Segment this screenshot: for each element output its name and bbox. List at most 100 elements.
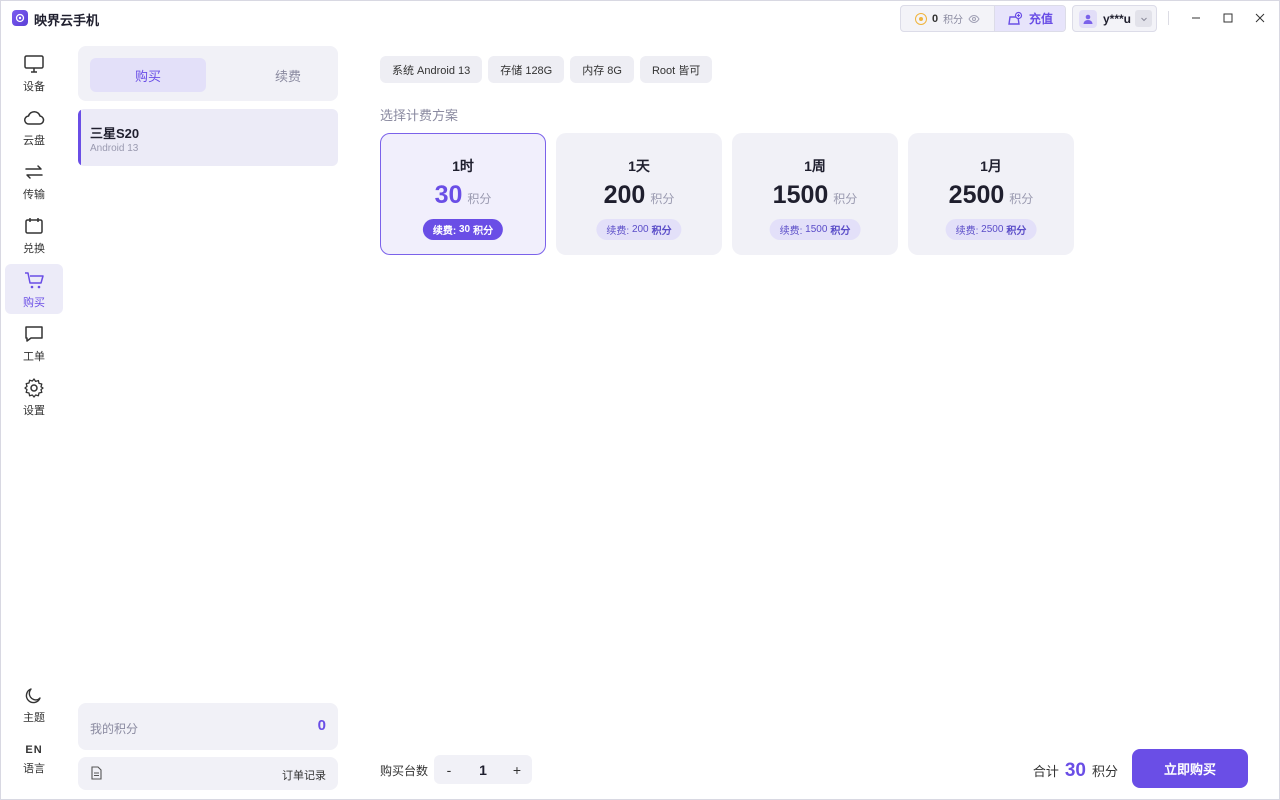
plan-duration: 1周 xyxy=(804,158,826,174)
nav-item-devices[interactable]: 设备 xyxy=(5,48,63,98)
user-menu[interactable]: y***u xyxy=(1072,5,1157,32)
gear-icon xyxy=(24,377,44,398)
titlebar-divider xyxy=(1168,11,1169,25)
tab-buy[interactable]: 购买 xyxy=(90,58,206,92)
section-title: 选择计费方案 xyxy=(380,108,459,123)
plan-unit: 积分 xyxy=(1009,192,1034,206)
tab-renew[interactable]: 续费 xyxy=(230,58,346,92)
nav-item-cloud[interactable]: 云盘 xyxy=(5,102,63,152)
cloud-icon xyxy=(24,110,45,125)
plan-unit: 积分 xyxy=(467,192,492,206)
renew-prefix: 续费: xyxy=(432,226,457,237)
renew-prefix: 续费: xyxy=(779,226,803,237)
app-logo-icon xyxy=(12,10,28,26)
my-points-value: 0 xyxy=(317,717,326,734)
nav-item-tickets[interactable]: 工单 xyxy=(5,318,63,368)
plan-price-row: 200 积分 xyxy=(557,181,721,210)
nav-item-transfer[interactable]: 传输 xyxy=(5,156,63,206)
plan-unit: 积分 xyxy=(833,192,858,206)
nav-label: 设备 xyxy=(23,80,45,93)
quantity-increase-button[interactable]: + xyxy=(502,755,532,784)
plan-price: 200 xyxy=(603,181,646,209)
plan-card-1w[interactable]: 1周 1500 积分 续费: 1500 积分 xyxy=(732,133,898,255)
plan-card-1m[interactable]: 1月 2500 积分 续费: 2500 积分 xyxy=(908,133,1074,255)
title-bar: 映界云手机 0 积分 充值 y***u xyxy=(0,0,1280,36)
eye-icon[interactable] xyxy=(968,13,980,25)
nav-item-exchange[interactable]: 兑换 xyxy=(5,210,63,260)
quantity-value[interactable]: 1 xyxy=(464,762,502,778)
language-toggle[interactable]: EN 语言 xyxy=(5,744,63,784)
transfer-icon xyxy=(25,164,43,179)
plan-renew-badge: 续费: 30 积分 xyxy=(422,219,504,240)
renew-unit: 积分 xyxy=(830,226,851,237)
renew-unit: 积分 xyxy=(473,226,494,237)
user-avatar-icon xyxy=(1079,9,1097,28)
language-label: 语言 xyxy=(23,763,45,775)
plan-price-row: 2500 积分 xyxy=(909,181,1073,210)
quantity-label: 购买台数 xyxy=(380,764,429,778)
device-list-item[interactable]: 三星S20 Android 13 xyxy=(78,109,338,166)
cart-icon xyxy=(25,271,44,288)
coin-icon xyxy=(914,12,927,25)
recharge-button[interactable]: 充值 xyxy=(994,6,1065,31)
order-history-label: 订单记录 xyxy=(282,770,326,782)
nav-label: 购买 xyxy=(23,296,45,309)
my-points-card: 我的积分 0 xyxy=(78,703,338,750)
maximize-button[interactable] xyxy=(1219,9,1237,27)
my-points-label: 我的积分 xyxy=(90,722,139,736)
plan-list: 1时 30 积分 续费: 30 积分 1天 200 积分 续费: 200 积分 1周… xyxy=(380,133,1074,255)
plan-duration: 1时 xyxy=(452,158,474,174)
minimize-button[interactable] xyxy=(1187,9,1205,27)
ticket-icon xyxy=(25,217,43,234)
renew-prefix: 续费: xyxy=(606,226,630,237)
points-unit: 积分 xyxy=(943,15,964,26)
points-balance[interactable]: 0 积分 xyxy=(901,6,994,31)
order-history-button[interactable]: 订单记录 xyxy=(78,757,338,790)
close-button[interactable] xyxy=(1251,9,1269,27)
moon-icon xyxy=(25,688,41,704)
plan-duration: 1月 xyxy=(980,158,1002,174)
points-widget: 0 积分 充值 xyxy=(900,5,1066,32)
device-os: Android 13 xyxy=(90,143,139,154)
buy-now-button[interactable]: 立即购买 xyxy=(1132,749,1248,788)
spec-tag: 内存 8G xyxy=(570,56,634,83)
username: y***u xyxy=(1103,11,1132,26)
spec-tags: 系统 Android 13 存储 128G 内存 8G Root 皆可 xyxy=(380,56,713,83)
spec-tag: 系统 Android 13 xyxy=(380,56,483,83)
plan-renew-badge: 续费: 2500 积分 xyxy=(945,219,1037,240)
quantity-stepper: - 1 + xyxy=(434,755,532,784)
plan-price-row: 1500 积分 xyxy=(733,181,897,210)
nav-label: 传输 xyxy=(23,188,45,201)
app-title: 映界云手机 xyxy=(34,13,100,28)
points-value: 0 xyxy=(931,12,939,25)
spec-tag: Root 皆可 xyxy=(639,56,713,83)
nav-label: 兑换 xyxy=(23,242,45,255)
device-name: 三星S20 xyxy=(90,126,140,141)
total-value: 30 xyxy=(1064,760,1086,781)
language-code: EN xyxy=(25,744,43,756)
nav-item-settings[interactable]: 设置 xyxy=(5,372,63,422)
plan-card-1d[interactable]: 1天 200 积分 续费: 200 积分 xyxy=(556,133,722,255)
plan-card-1h[interactable]: 1时 30 积分 续费: 30 积分 xyxy=(380,133,546,255)
plan-duration: 1天 xyxy=(628,158,650,174)
recharge-icon xyxy=(1008,11,1023,25)
quantity-decrease-button[interactable]: - xyxy=(434,755,464,784)
plan-price: 1500 xyxy=(772,181,829,209)
renew-unit: 积分 xyxy=(1006,226,1027,237)
document-icon xyxy=(91,766,102,780)
theme-toggle[interactable]: 主题 xyxy=(5,686,63,732)
plan-price: 2500 xyxy=(948,181,1005,209)
theme-label: 主题 xyxy=(23,712,45,724)
nav-label: 云盘 xyxy=(23,134,45,147)
renew-value: 2500 xyxy=(981,224,1004,235)
spec-tag: 存储 128G xyxy=(488,56,565,83)
nav-label: 工单 xyxy=(23,350,45,363)
renew-unit: 积分 xyxy=(651,226,672,237)
plan-renew-badge: 续费: 200 积分 xyxy=(596,219,682,240)
chevron-down-icon[interactable] xyxy=(1135,10,1152,27)
plan-unit: 积分 xyxy=(650,192,675,206)
nav-item-buy[interactable]: 购买 xyxy=(5,264,63,314)
chat-icon xyxy=(25,325,43,342)
renew-value: 200 xyxy=(631,224,649,235)
total-unit: 积分 xyxy=(1091,764,1118,779)
